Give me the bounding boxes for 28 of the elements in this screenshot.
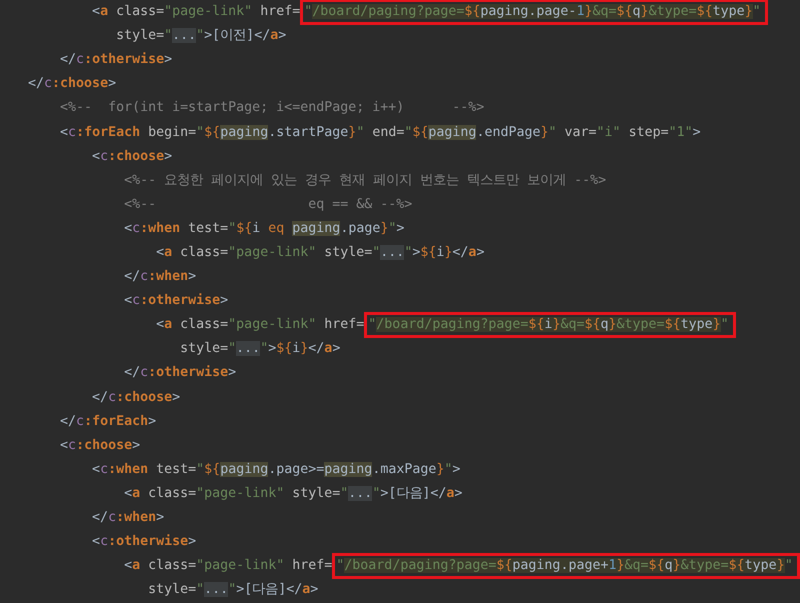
code-text: <c:when test="${paging.page>=paging.maxPage}"> — [92, 460, 460, 479]
code-text: <a class="page-link" href= — [92, 3, 300, 22]
code-text: <c:choose> — [60, 436, 140, 455]
code-text: </c:choose> — [28, 75, 116, 94]
code-text: style="...">[이전]</a> — [116, 27, 286, 46]
code-text: <a class="page-link" style="...">${i}</a> — [156, 244, 484, 262]
code-text: <c:forEach begin="${paging.startPage}" end="${paging.endPage}" var="i" step="1"> — [60, 124, 701, 142]
code-text: style="...">${i}</a> — [180, 340, 340, 358]
code-text: <a class="page-link" style="...">[다음]</a> — [124, 484, 462, 503]
code-text: <%-- for(int i=startPage; i<=endPage; i++) --%> — [60, 99, 484, 118]
code-text: <%-- eq == && --%> — [124, 196, 412, 214]
code-text: </c:when> — [124, 268, 196, 286]
code-text: <c:otherwise> — [124, 292, 228, 310]
annotation-box: "/board/paging?page=${paging.page-1}&q=${q}&type=${type}" — [300, 0, 768, 26]
code-text: <c:choose> — [92, 148, 172, 166]
code-text: </c:forEach> — [60, 412, 156, 431]
code-text: <c:when test="${i eq paging.page}"> — [124, 220, 404, 238]
code-text: <%-- 요청한 페이지에 있는 경우 현재 페이지 번호는 텍스트만 보이게 --%> — [124, 172, 606, 190]
code-text: </c:when> — [92, 509, 164, 528]
code-text: </c:otherwise> — [60, 51, 172, 70]
code-text: <a class="page-link" href= — [156, 316, 364, 334]
code-text: </c:choose> — [92, 388, 180, 407]
code-text: </c:otherwise> — [124, 364, 236, 382]
annotation-box: "/board/paging?page=${paging.page+1}&q=${q}&type=${type}" — [332, 553, 800, 580]
code-text: style="...">[다음]</a> — [148, 581, 318, 600]
code-text: <c:otherwise> — [92, 533, 196, 552]
annotation-box: "/board/paging?page=${i}&q=${q}&type=${type}" — [364, 312, 736, 338]
code-text: <a class="page-link" href= — [124, 557, 332, 576]
